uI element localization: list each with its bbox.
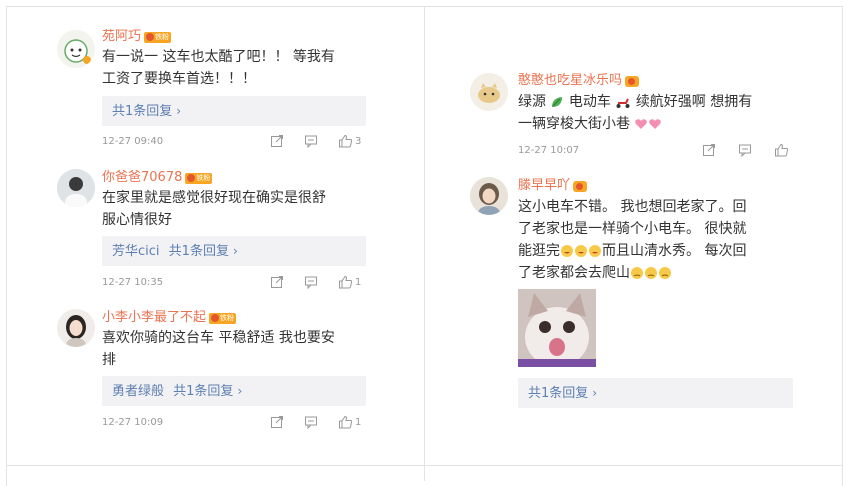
comment-text: 这小电车不错。 我也想回老家了。回 了老家也是一样骑个小电车。 很快就 能逛完而… xyxy=(518,199,747,281)
reply-summary[interactable]: 勇者绿般 共1条回复 › xyxy=(102,376,366,406)
fan-badge xyxy=(625,75,640,87)
share-icon[interactable] xyxy=(270,275,284,289)
comment-icon[interactable] xyxy=(304,415,318,429)
timestamp: 12-27 10:35 xyxy=(102,277,164,288)
user-name[interactable]: 憨憨也吃星冰乐吗 xyxy=(518,73,622,89)
comment-icon[interactable] xyxy=(304,275,318,289)
leaf-emoji-icon xyxy=(552,97,563,107)
share-icon[interactable] xyxy=(270,415,284,429)
laughing-emoji-icon xyxy=(589,245,601,257)
fan-badge: 铁粉 xyxy=(144,31,172,43)
reply-summary[interactable]: 共1条回复 › xyxy=(102,96,366,126)
like-icon xyxy=(339,134,353,148)
reply-summary[interactable]: 芳华cici 共1条回复 › xyxy=(102,236,366,266)
chevron-right-icon: › xyxy=(237,384,243,398)
like-button[interactable]: 3 xyxy=(338,134,361,148)
column-divider xyxy=(424,6,425,481)
avatar[interactable] xyxy=(57,169,95,207)
like-button[interactable] xyxy=(774,143,789,157)
share-icon[interactable] xyxy=(270,134,284,148)
comment-icon[interactable] xyxy=(304,134,318,148)
scooter-emoji-icon xyxy=(616,98,630,108)
avatar[interactable] xyxy=(470,73,508,111)
timestamp: 12-27 10:09 xyxy=(102,417,164,428)
crying-emoji-icon xyxy=(645,267,657,279)
user-name[interactable]: 你爸爸70678 xyxy=(102,170,182,186)
fan-badge: 铁粉 xyxy=(185,172,213,184)
comment-icon[interactable] xyxy=(738,143,752,157)
like-icon xyxy=(339,415,353,429)
comment-text: 有一说一 这车也太酷了吧！！ 等我有 工资了要换车首选！！！ xyxy=(102,49,335,87)
chevron-right-icon: › xyxy=(232,244,238,258)
chevron-right-icon: › xyxy=(592,386,598,400)
comment-text: 绿源 电动车 续航好强啊 想拥有 一辆穿梭大街小巷 xyxy=(518,94,753,132)
crying-emoji-icon xyxy=(659,267,671,279)
bottom-divider xyxy=(6,465,843,466)
like-icon xyxy=(339,275,353,289)
avatar[interactable] xyxy=(57,309,95,347)
avatar[interactable] xyxy=(57,30,95,68)
fan-badge: 铁粉 xyxy=(209,312,237,324)
crying-emoji-icon xyxy=(631,267,643,279)
user-name[interactable]: 小李小李最了不起 xyxy=(102,310,206,326)
comment-text: 喜欢你骑的这台车 平稳舒适 我也要安 排 xyxy=(102,330,335,368)
heart-emoji-icon xyxy=(635,119,648,129)
timestamp: 12-27 10:07 xyxy=(518,145,580,156)
laughing-emoji-icon xyxy=(575,245,587,257)
like-button[interactable]: 1 xyxy=(338,275,361,289)
comment-image-cat[interactable] xyxy=(518,289,596,367)
reply-user[interactable]: 勇者绿般 xyxy=(112,384,164,399)
reply-summary[interactable]: 共1条回复 › xyxy=(518,378,793,408)
user-name[interactable]: 苑阿巧 xyxy=(102,29,141,45)
comment-text: 在家里就是感觉很好现在确实是很舒 服心情很好 xyxy=(102,190,326,228)
user-name[interactable]: 滕早早吖 xyxy=(518,178,570,194)
timestamp: 12-27 09:40 xyxy=(102,136,164,147)
chevron-right-icon: › xyxy=(176,104,182,118)
laughing-emoji-icon xyxy=(561,245,573,257)
share-icon[interactable] xyxy=(702,143,716,157)
like-button[interactable]: 1 xyxy=(338,415,361,429)
like-icon xyxy=(775,143,789,157)
heart-emoji-icon xyxy=(649,119,662,129)
fan-badge xyxy=(573,180,588,192)
avatar[interactable] xyxy=(470,177,508,215)
reply-user[interactable]: 芳华cici xyxy=(112,244,160,259)
